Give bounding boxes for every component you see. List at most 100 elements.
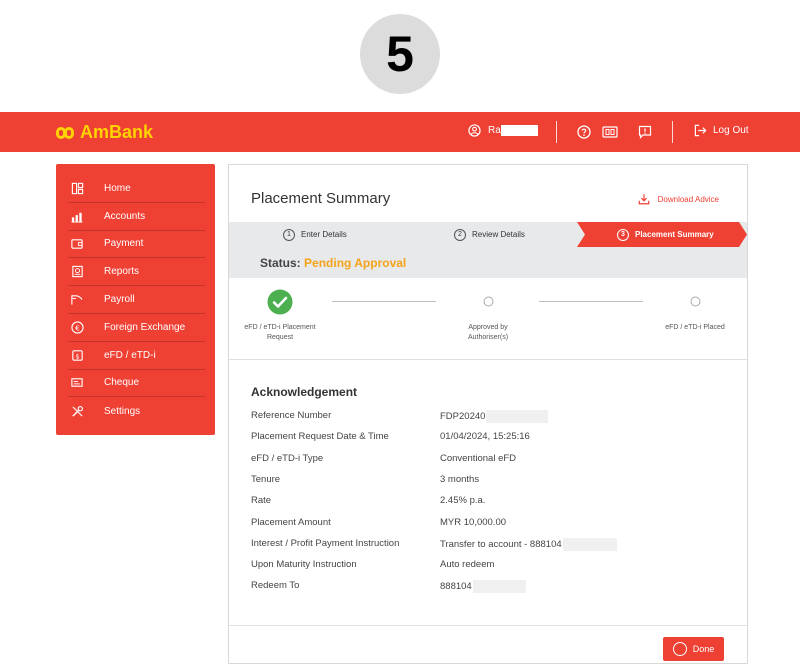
ack-value: Auto redeem	[440, 559, 495, 570]
user-name: Ra	[488, 125, 501, 136]
ack-key: Interest / Profit Payment Instruction	[251, 538, 400, 549]
ack-row-rate: Rate 2.45% p.a.	[251, 495, 731, 509]
ambank-logo-icon	[56, 126, 76, 140]
status-bar: Status: Pending Approval	[229, 247, 747, 278]
sidebar-item-payroll[interactable]: Payroll	[68, 286, 205, 314]
check-circle-icon	[672, 642, 687, 656]
step-label: Review Details	[472, 230, 525, 239]
done-button[interactable]: Done	[663, 637, 724, 661]
sidebar-item-settings[interactable]: Settings	[68, 397, 205, 425]
status-value: Pending Approval	[304, 256, 407, 270]
status-label: Status:	[260, 256, 301, 270]
ack-value: 3 months	[440, 474, 480, 485]
divider	[556, 121, 557, 143]
video-call-icon	[602, 126, 618, 138]
ack-value: 01/04/2024, 15:25:16	[440, 431, 530, 442]
divider	[672, 121, 673, 143]
ack-key: Redeem To	[251, 580, 300, 591]
ack-key: Rate	[251, 495, 272, 506]
page-title: Placement Summary	[251, 190, 391, 207]
ack-row-request-date: Placement Request Date & Time 01/04/2024…	[251, 431, 731, 445]
step-indicator: 1 Enter Details 2 Review Details 3 Place…	[229, 222, 747, 247]
ambank-logo[interactable]: AmBank	[56, 122, 153, 143]
ack-value: 2.45% p.a.	[440, 495, 486, 506]
ack-row-payment-instruction: Interest / Profit Payment Instruction Tr…	[251, 538, 731, 552]
step-number-badge: 5	[360, 14, 440, 94]
top-bar: AmBank Ra Log Out	[0, 112, 800, 152]
sidebar-item-label: Settings	[104, 405, 141, 417]
feedback-button[interactable]	[637, 124, 653, 140]
progress-line	[332, 301, 436, 302]
sidebar-item-payment[interactable]: Payment	[68, 231, 205, 259]
home-icon	[68, 181, 86, 195]
step-number: 2	[454, 228, 466, 241]
section-divider	[229, 359, 747, 360]
payroll-icon	[68, 293, 86, 307]
sidebar-item-label: Payment	[104, 238, 144, 250]
sidebar-item-label: Accounts	[104, 210, 146, 222]
sidebar: Home Accounts Payment Reports Payroll € …	[56, 164, 215, 435]
brand-name: AmBank	[80, 122, 154, 142]
step-review-details: 2 Review Details	[454, 222, 525, 247]
sidebar-item-accounts[interactable]: Accounts	[68, 203, 205, 231]
sidebar-item-foreign-exchange[interactable]: € Foreign Exchange	[68, 314, 205, 342]
progress-label-request: eFD / eTD-i Placement Request	[244, 324, 316, 341]
cheque-icon	[68, 376, 86, 390]
redacted-value	[472, 580, 526, 593]
ack-row-redeem-to: Redeem To 888104	[251, 580, 731, 594]
ack-row-tenure: Tenure 3 months	[251, 474, 731, 488]
efd-icon: $	[68, 348, 86, 362]
ack-value: Transfer to account - 888104	[440, 538, 617, 551]
logout-label: Log Out	[713, 125, 749, 136]
step-label: Placement Summary	[635, 230, 714, 239]
section-divider	[229, 625, 747, 626]
progress-label-placed: eFD / eTD-i Placed	[665, 324, 725, 331]
feedback-icon	[638, 125, 652, 139]
step-number: 3	[617, 228, 629, 241]
ack-key: Tenure	[251, 474, 281, 485]
payment-icon	[68, 237, 86, 251]
sidebar-item-label: Reports	[104, 266, 140, 278]
ack-key: Upon Maturity Instruction	[251, 559, 357, 570]
ack-key: Placement Request Date & Time	[251, 431, 389, 442]
step-label: Enter Details	[301, 230, 347, 239]
pending-circle-icon	[690, 296, 701, 307]
sidebar-item-label: Foreign Exchange	[104, 321, 186, 333]
step-number: 1	[283, 228, 295, 241]
help-icon	[577, 125, 591, 139]
ack-row-maturity-instruction: Upon Maturity Instruction Auto redeem	[251, 559, 731, 573]
video-call-button[interactable]	[602, 124, 618, 140]
progress-label-approved: Approved by Authoriser(s)	[467, 324, 509, 341]
sidebar-item-home[interactable]: Home	[68, 175, 205, 203]
logout-button[interactable]: Log Out	[694, 124, 749, 137]
user-icon	[468, 124, 481, 137]
acknowledgement-title: Acknowledgement	[251, 385, 358, 399]
step-placement-summary: 3 Placement Summary	[577, 222, 747, 247]
sidebar-item-label: eFD / eTD-i	[104, 349, 156, 361]
sidebar-item-cheque[interactable]: Cheque	[68, 370, 205, 398]
sidebar-item-label: Cheque	[104, 377, 140, 389]
ack-value: FDP20240	[440, 410, 549, 423]
pending-circle-icon	[483, 296, 494, 307]
sidebar-item-label: Home	[104, 182, 131, 194]
ack-row-type: eFD / eTD-i Type Conventional eFD	[251, 453, 731, 467]
sidebar-item-efd[interactable]: $ eFD / eTD-i	[68, 342, 205, 370]
help-button[interactable]	[576, 124, 592, 140]
download-advice-label: Download Advice	[657, 194, 719, 204]
user-menu[interactable]: Ra	[468, 124, 538, 137]
sidebar-item-label: Payroll	[104, 294, 135, 306]
done-label: Done	[692, 644, 715, 654]
download-advice-link[interactable]: Download Advice	[638, 193, 719, 205]
sidebar-item-reports[interactable]: Reports	[68, 258, 205, 287]
status-text: Status: Pending Approval	[260, 256, 406, 270]
redacted-value	[562, 538, 617, 551]
ack-value: 888104	[440, 580, 526, 593]
ack-row-amount: Placement Amount MYR 10,000.00	[251, 517, 731, 531]
ack-value: Conventional eFD	[440, 453, 517, 464]
svg-text:€: €	[75, 323, 80, 332]
ack-key: Placement Amount	[251, 517, 331, 528]
redacted-user-name	[500, 125, 538, 136]
approval-progress: eFD / eTD-i Placement Request Approved b…	[229, 278, 747, 360]
placement-summary-card: Placement Summary Download Advice 1 Ente…	[228, 164, 748, 664]
settings-icon	[68, 404, 86, 418]
